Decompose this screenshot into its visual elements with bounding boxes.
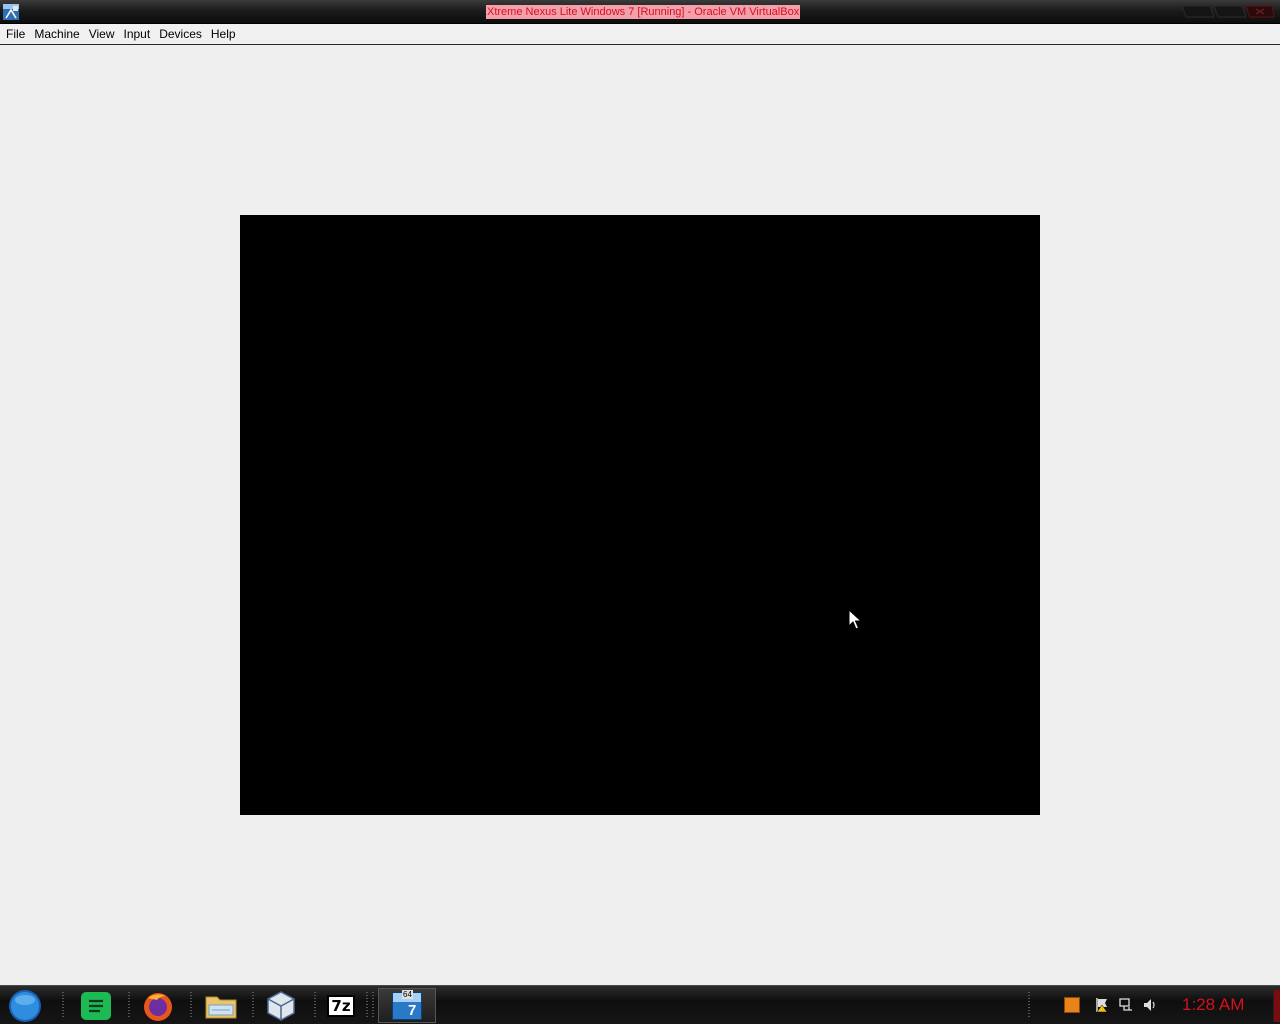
app-tray-icon[interactable]: [1064, 997, 1080, 1013]
taskbar-chat-app[interactable]: [68, 988, 124, 1023]
virtualbox-icon: [267, 990, 295, 1021]
menu-view[interactable]: View: [85, 24, 120, 44]
taskbar-virtualbox[interactable]: [253, 988, 309, 1023]
taskbar-file-explorer[interactable]: [193, 988, 249, 1023]
taskbar-running-vm[interactable]: 64 7: [378, 988, 436, 1023]
taskbar-clock[interactable]: 1:28 AM: [1182, 995, 1244, 1015]
vm-digit-label: 7: [408, 1001, 417, 1019]
show-desktop-button[interactable]: [1273, 990, 1280, 1022]
menu-input[interactable]: Input: [120, 24, 156, 44]
taskbar-grip: [62, 992, 64, 1018]
mouse-pointer-icon: [848, 609, 862, 630]
taskbar-firefox[interactable]: [130, 988, 186, 1023]
taskbar-separator: [366, 992, 368, 1018]
virtualbox-app-icon[interactable]: [2, 3, 20, 21]
7zip-icon-label: 7z: [331, 996, 351, 1015]
window-title: Xtreme Nexus Lite Windows 7 [Running] - …: [486, 5, 801, 19]
taskbar-separator: [1028, 992, 1030, 1018]
menu-bar: File Machine View Input Devices Help: [0, 24, 1280, 45]
firefox-icon: [144, 992, 172, 1021]
taskbar-7zip[interactable]: 7z: [313, 988, 369, 1023]
virtualbox-vm-icon: 64 7: [390, 989, 424, 1022]
window-titlebar[interactable]: Xtreme Nexus Lite Windows 7 [Running] - …: [0, 0, 1280, 24]
menu-file[interactable]: File: [2, 24, 30, 44]
start-button[interactable]: [7, 989, 43, 1023]
vm-guest-screen[interactable]: [240, 215, 1040, 815]
network-icon[interactable]: [1118, 997, 1134, 1013]
window-controls[interactable]: [1180, 3, 1276, 20]
taskbar-separator: [190, 992, 192, 1018]
menu-devices[interactable]: Devices: [155, 24, 207, 44]
menu-help[interactable]: Help: [207, 24, 241, 44]
taskbar: 7z 64 7 1:28 AM: [0, 985, 1280, 1024]
action-center-flag-icon[interactable]: [1094, 997, 1110, 1013]
menu-machine[interactable]: Machine: [30, 24, 84, 44]
system-tray: [1058, 990, 1178, 1020]
chat-app-icon: [81, 991, 111, 1020]
taskbar-separator: [372, 992, 374, 1018]
vm-viewport: [0, 45, 1280, 985]
7zip-icon: 7z: [327, 994, 355, 1017]
file-explorer-icon: [205, 996, 237, 1018]
vm-badge-label: 64: [402, 989, 413, 999]
volume-icon[interactable]: [1142, 997, 1158, 1013]
